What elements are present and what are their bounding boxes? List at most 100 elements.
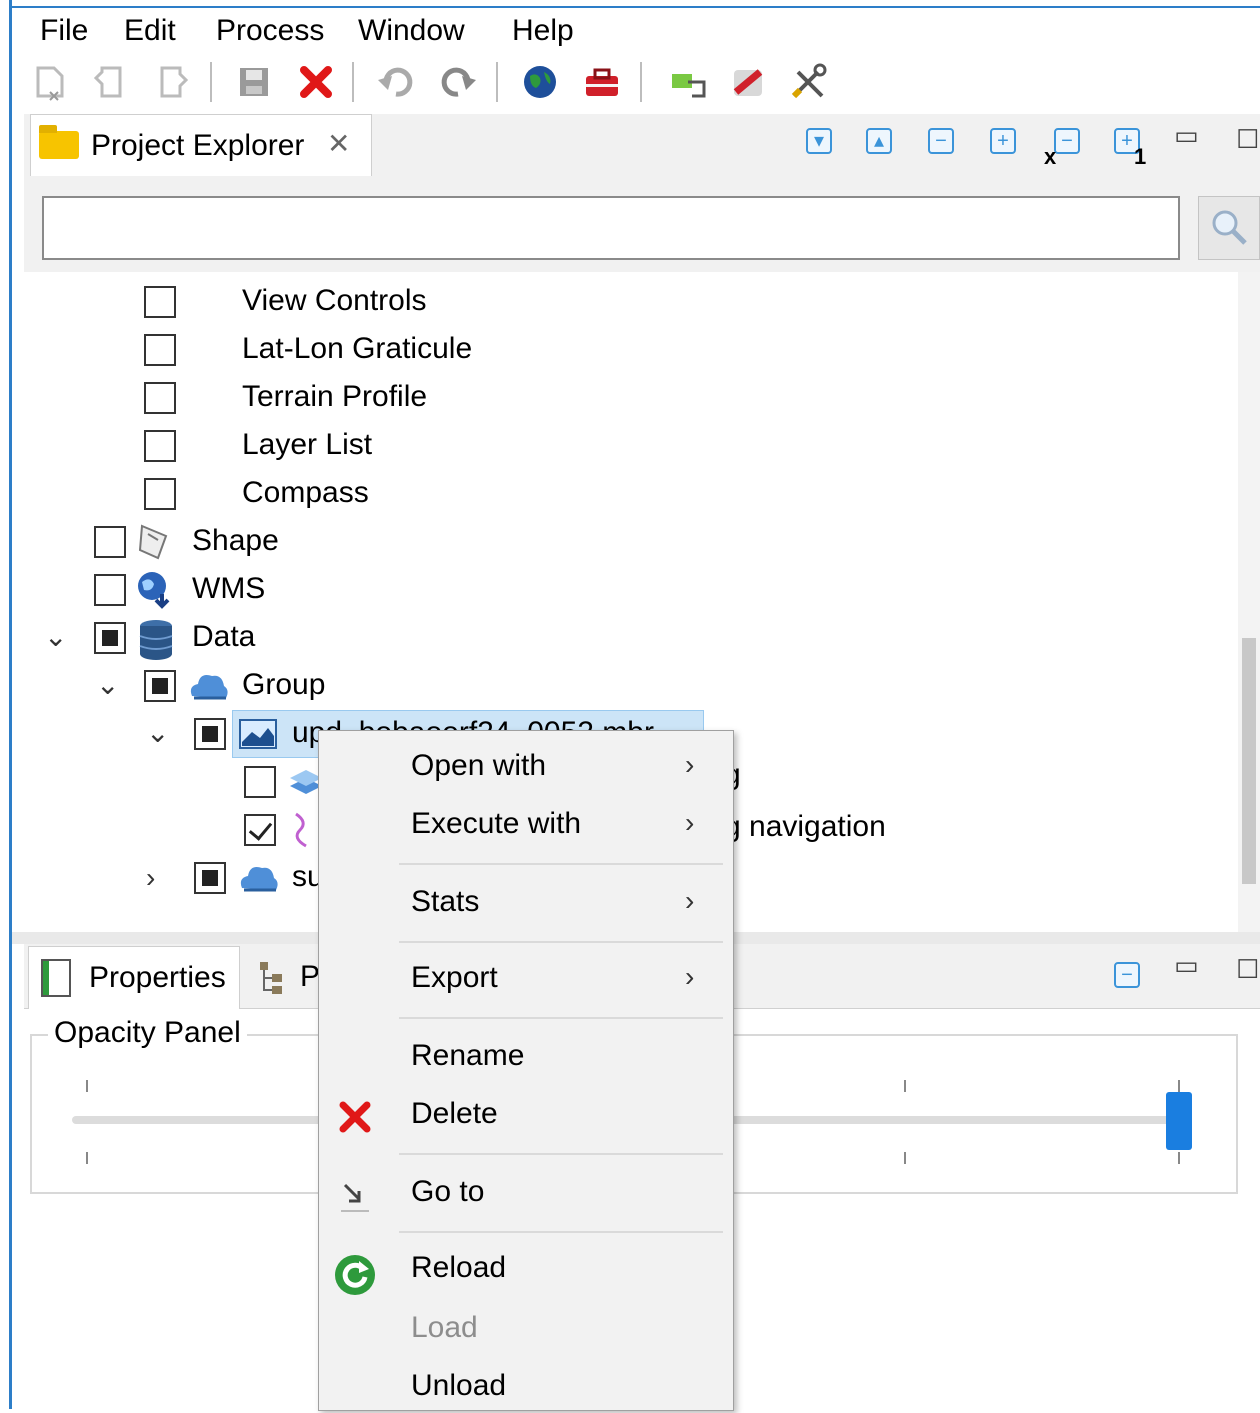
menu-separator	[399, 1231, 723, 1233]
expand-chevron-icon[interactable]: ⌄	[96, 668, 119, 701]
context-menu: Open with › Execute with › Stats › Expor…	[318, 730, 734, 1411]
cloud-group-icon	[236, 858, 278, 894]
undo-nav-icon[interactable]	[88, 60, 132, 104]
checkbox[interactable]	[94, 574, 126, 606]
checkbox[interactable]	[244, 814, 276, 846]
goto-icon	[335, 1175, 375, 1215]
scrollbar-thumb[interactable]	[1242, 638, 1256, 884]
expand-chevron-icon[interactable]: ⌄	[44, 620, 67, 653]
checkbox[interactable]	[144, 334, 176, 366]
slider-tick	[86, 1080, 88, 1092]
tree-item-shape[interactable]: Shape	[24, 522, 824, 568]
menu-item-execute-with[interactable]: Execute with ›	[319, 799, 733, 851]
menu-window[interactable]: Window	[358, 14, 465, 48]
checkbox[interactable]	[144, 670, 176, 702]
search-icon[interactable]	[1198, 196, 1260, 260]
menu-item-rename[interactable]: Rename	[319, 1031, 733, 1083]
properties-icon	[41, 959, 71, 997]
tree-item[interactable]: Layer List	[24, 426, 824, 472]
toolbar-separator	[640, 62, 642, 102]
project-explorer-header: Project Explorer ✕ ▾ ▴ − + − x + 1 ▭ ☐	[24, 114, 1260, 177]
redo-icon[interactable]	[436, 60, 480, 104]
checkbox[interactable]	[94, 622, 126, 654]
tree-item[interactable]: View Controls	[24, 282, 824, 328]
checkbox[interactable]	[194, 718, 226, 750]
menu-separator	[399, 1017, 723, 1019]
menu-item-label: Open with	[411, 749, 547, 782]
menu-process[interactable]: Process	[216, 14, 324, 48]
wms-globe-icon	[136, 570, 172, 609]
menu-item-load[interactable]: Load	[319, 1303, 733, 1355]
maximize-icon[interactable]: ☐	[1236, 124, 1259, 155]
submenu-arrow-icon: ›	[685, 961, 695, 992]
menu-item-stats[interactable]: Stats ›	[319, 877, 733, 929]
collapse-up-icon[interactable]: ▴	[866, 128, 892, 154]
minimize-icon[interactable]: ▭	[1174, 950, 1199, 981]
forward-nav-icon[interactable]	[152, 60, 196, 104]
menu-item-go-to[interactable]: Go to	[319, 1167, 733, 1219]
checkbox[interactable]	[144, 382, 176, 414]
collapse-all-icon[interactable]: −	[928, 128, 954, 154]
tree-scrollbar[interactable]	[1238, 272, 1260, 932]
filter-area	[24, 176, 1260, 272]
menu-item-label: Load	[411, 1311, 478, 1344]
collapse-x-icon[interactable]: −	[1054, 128, 1080, 154]
globe-icon[interactable]	[518, 60, 562, 104]
menu-item-label: Reload	[411, 1251, 507, 1284]
checkbox[interactable]	[244, 766, 276, 798]
menu-item-label: Export	[411, 961, 498, 994]
shape-icon	[136, 522, 172, 560]
opacity-slider-thumb[interactable]	[1166, 1092, 1192, 1150]
checkbox[interactable]	[94, 526, 126, 558]
checkbox[interactable]	[194, 862, 226, 894]
tree-item-label: Compass	[242, 476, 369, 509]
menu-edit[interactable]: Edit	[124, 14, 176, 48]
tree-item-label: Terrain Profile	[242, 380, 428, 413]
expand-all-icon[interactable]: +	[990, 128, 1016, 154]
close-tab-icon[interactable]: ✕	[327, 127, 350, 160]
layers-icon	[286, 762, 322, 798]
tab-properties[interactable]: Properties	[28, 946, 240, 1009]
menu-help[interactable]: Help	[512, 14, 574, 48]
tree-item[interactable]: Terrain Profile	[24, 378, 824, 424]
menu-item-open-with[interactable]: Open with ›	[319, 741, 733, 793]
collapsed-chevron-icon[interactable]: ›	[146, 862, 155, 894]
menu-separator	[399, 1153, 723, 1155]
tree-item[interactable]: Compass	[24, 474, 824, 520]
tree-item-wms[interactable]: WMS	[24, 570, 824, 616]
tree-item-group[interactable]: ⌄ Group	[24, 666, 824, 712]
toolbar	[12, 50, 1260, 114]
slider-tick	[1178, 1152, 1180, 1164]
menu-file[interactable]: File	[40, 14, 88, 48]
checkbox[interactable]	[144, 286, 176, 318]
checkbox[interactable]	[144, 430, 176, 462]
window-border-left	[9, 0, 12, 1409]
menu-item-label: Rename	[411, 1039, 525, 1072]
delete-icon	[335, 1097, 375, 1137]
checkbox[interactable]	[144, 478, 176, 510]
undo-icon[interactable]	[374, 60, 418, 104]
maximize-icon[interactable]: ☐	[1236, 954, 1259, 985]
tab-project-explorer[interactable]: Project Explorer ✕	[30, 114, 372, 177]
tree-item-data[interactable]: ⌄ Data	[24, 618, 824, 664]
back-icon[interactable]	[26, 60, 70, 104]
import-icon[interactable]	[666, 60, 710, 104]
menu-item-reload[interactable]: Reload	[319, 1243, 733, 1295]
close-red-icon[interactable]	[294, 60, 338, 104]
slider-tick	[904, 1152, 906, 1164]
filter-input[interactable]	[42, 196, 1180, 260]
menu-item-export[interactable]: Export ›	[319, 953, 733, 1005]
settings-tools-icon[interactable]	[786, 60, 830, 104]
menu-item-delete[interactable]: Delete	[319, 1089, 733, 1141]
properties-title: Properties	[89, 961, 226, 994]
tree-item[interactable]: Lat-Lon Graticule	[24, 330, 824, 376]
expand-down-icon[interactable]: ▾	[806, 128, 832, 154]
expand-chevron-icon[interactable]: ⌄	[146, 716, 169, 749]
tree-item-label: Layer List	[242, 428, 373, 461]
minimize-icon[interactable]: ▭	[1174, 120, 1199, 151]
toolbox-icon[interactable]	[580, 60, 624, 104]
save-icon[interactable]	[232, 60, 276, 104]
collapse-panel-icon[interactable]: −	[1114, 962, 1140, 988]
tools-red-icon[interactable]	[726, 60, 770, 104]
menu-item-unload[interactable]: Unload	[319, 1361, 733, 1413]
